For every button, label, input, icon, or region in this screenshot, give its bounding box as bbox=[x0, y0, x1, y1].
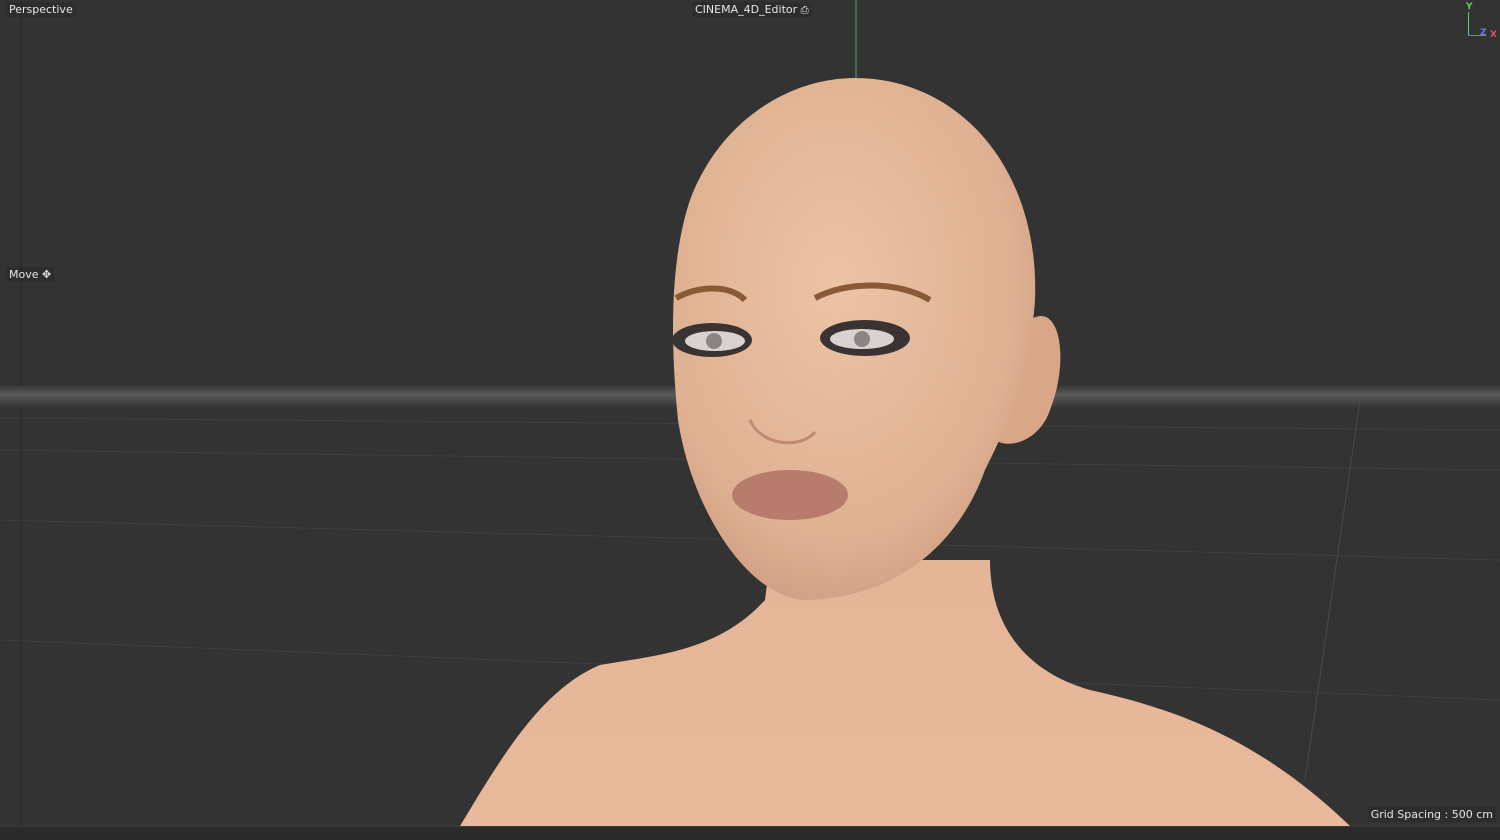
camera-name[interactable]: Perspective bbox=[6, 2, 76, 17]
viewport-bottom-bar bbox=[0, 826, 1500, 840]
camera-label[interactable]: CINEMA_4D_Editor ⎙ bbox=[692, 2, 812, 17]
camera-label-text: CINEMA_4D_Editor bbox=[695, 3, 798, 16]
move-icon: ✥ bbox=[42, 268, 52, 281]
lips bbox=[732, 470, 848, 520]
x-axis-label: X bbox=[1490, 30, 1497, 40]
camera-icon: ⎙ bbox=[800, 5, 809, 16]
axis-gizmo: Y Z X bbox=[1462, 2, 1498, 42]
z-axis-label: Z bbox=[1480, 28, 1487, 38]
grid-spacing: Grid Spacing : 500 cm bbox=[1367, 807, 1496, 822]
viewport-scene bbox=[0, 0, 1500, 826]
tool-name: Move bbox=[9, 268, 39, 281]
figure-body bbox=[460, 560, 1350, 826]
active-tool: Move ✥ bbox=[6, 267, 55, 282]
y-axis-label: Y bbox=[1466, 2, 1473, 12]
3d-viewport[interactable]: Perspective CINEMA_4D_Editor ⎙ Move ✥ Gr… bbox=[0, 0, 1500, 826]
